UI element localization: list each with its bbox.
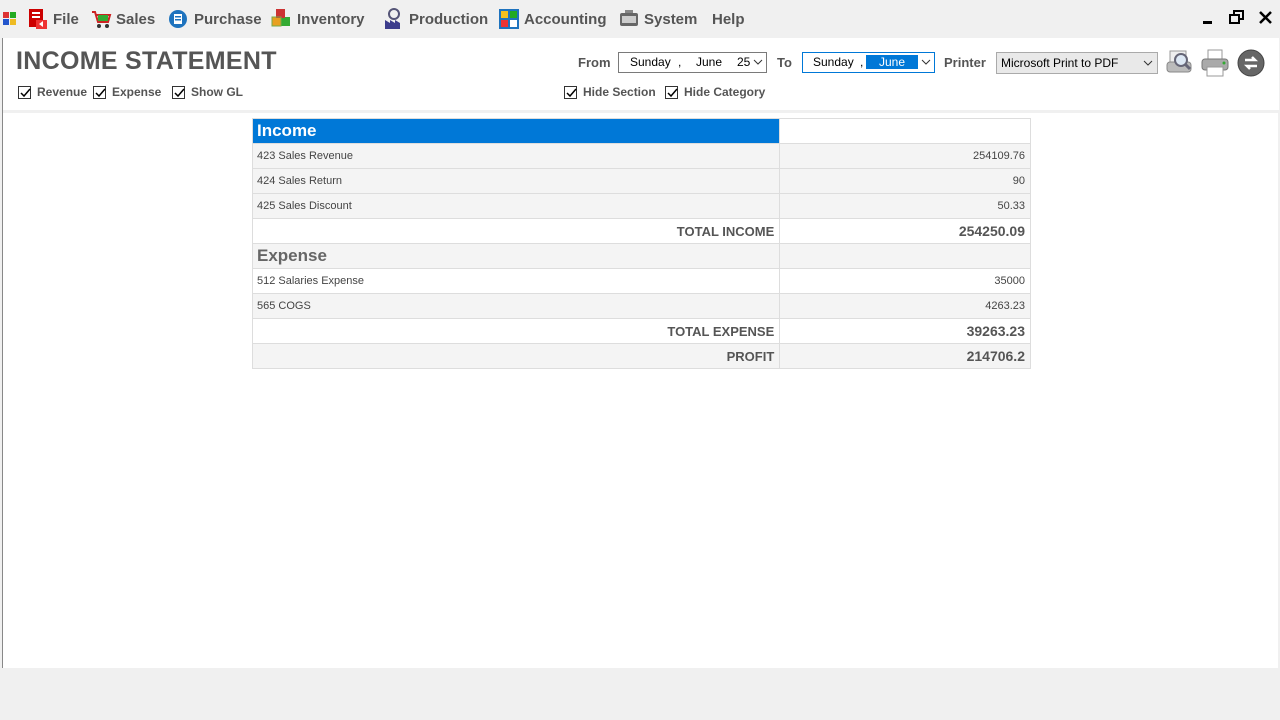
from-label: From xyxy=(578,55,611,70)
section-header-expense: Expense xyxy=(251,243,1031,269)
account-name: 512 Salaries Expense xyxy=(251,268,781,294)
boxes-icon xyxy=(271,8,293,30)
menu-label: Accounting xyxy=(524,10,607,28)
print-preview-icon[interactable] xyxy=(1164,48,1194,78)
menu-sales[interactable]: Sales xyxy=(90,6,155,32)
to-day: Sunday xyxy=(813,55,854,69)
to-date-picker[interactable]: Sunday , June xyxy=(802,52,935,73)
restore-icon[interactable] xyxy=(1227,8,1247,28)
print-icon[interactable] xyxy=(1200,48,1230,78)
account-amount: 4263.23 xyxy=(779,293,1031,319)
from-date-picker[interactable]: Sunday , June 25 xyxy=(618,52,767,73)
expense-checkbox[interactable]: Expense xyxy=(93,85,161,99)
refresh-icon[interactable] xyxy=(1236,48,1266,78)
date-separator: , xyxy=(860,55,864,69)
checkbox-box[interactable] xyxy=(564,85,577,99)
table-row: 512 Salaries Expense 35000 xyxy=(251,268,1031,294)
account-name: 425 Sales Discount xyxy=(251,193,781,219)
checkbox-label: Hide Section xyxy=(583,85,656,99)
close-icon[interactable] xyxy=(1256,8,1276,28)
table-row: 425 Sales Discount 50.33 xyxy=(251,193,1031,219)
menu-label: Inventory xyxy=(297,10,365,28)
checkbox-label: Hide Category xyxy=(684,85,766,99)
checkbox-box[interactable] xyxy=(18,85,31,99)
profit-amount: 214706.2 xyxy=(779,343,1031,369)
section-title: Expense xyxy=(251,243,781,269)
total-label: TOTAL EXPENSE xyxy=(251,318,781,344)
from-date: 25 xyxy=(737,55,751,69)
table-row: 424 Sales Return 90 xyxy=(251,168,1031,194)
file-icon xyxy=(27,8,49,30)
menu-label: Purchase xyxy=(194,10,262,28)
printer-select[interactable]: Microsoft Print to PDF xyxy=(996,52,1158,74)
revenue-checkbox[interactable]: Revenue xyxy=(18,85,87,99)
to-month: June xyxy=(866,55,918,69)
menu-label: Help xyxy=(712,10,745,28)
account-amount: 50.33 xyxy=(779,193,1031,219)
to-label: To xyxy=(777,55,792,70)
checkbox-box[interactable] xyxy=(93,85,106,99)
page-title: INCOME STATEMENT xyxy=(16,47,277,75)
checkbox-label: Show GL xyxy=(191,85,243,99)
menu-file[interactable]: File xyxy=(27,6,79,32)
chevron-down-icon[interactable] xyxy=(921,57,931,67)
section-amount xyxy=(779,243,1031,269)
menu-label: File xyxy=(53,10,79,28)
account-amount: 90 xyxy=(779,168,1031,194)
purchase-icon xyxy=(168,8,190,30)
checkbox-box[interactable] xyxy=(665,85,678,99)
table-row: 565 COGS 4263.23 xyxy=(251,293,1031,319)
menu-label: Sales xyxy=(116,10,156,28)
account-amount: 35000 xyxy=(779,268,1031,294)
income-statement-table: Income 423 Sales Revenue 254109.76 424 S… xyxy=(251,118,1031,369)
checkbox-box[interactable] xyxy=(172,85,185,99)
cart-icon xyxy=(90,8,112,30)
total-amount: 39263.23 xyxy=(779,318,1031,344)
chevron-down-icon[interactable] xyxy=(753,57,763,67)
account-name: 565 COGS xyxy=(251,293,781,319)
system-icon xyxy=(618,8,640,30)
menu-inventory[interactable]: Inventory xyxy=(271,6,365,32)
section-header-income: Income xyxy=(251,118,1031,144)
hide-category-checkbox[interactable]: Hide Category xyxy=(665,85,765,99)
chevron-down-icon[interactable] xyxy=(1143,58,1153,68)
total-amount: 254250.09 xyxy=(779,218,1031,244)
account-amount: 254109.76 xyxy=(779,143,1031,169)
menu-system[interactable]: System xyxy=(618,6,697,32)
profit-row: PROFIT 214706.2 xyxy=(251,343,1031,369)
section-amount xyxy=(779,118,1031,144)
section-title: Income xyxy=(251,118,781,144)
printer-label: Printer xyxy=(944,55,986,70)
menu-production[interactable]: Production xyxy=(383,6,488,32)
calculator-icon xyxy=(498,8,520,30)
from-day: Sunday xyxy=(630,55,671,69)
show-gl-checkbox[interactable]: Show GL xyxy=(172,85,243,99)
menu-bar: File Sales Purchase Inventory Production… xyxy=(0,0,1280,38)
status-bar xyxy=(2,668,1278,720)
total-expense-row: TOTAL EXPENSE 39263.23 xyxy=(251,318,1031,344)
menu-purchase[interactable]: Purchase xyxy=(168,6,262,32)
app-icon[interactable] xyxy=(3,12,16,25)
total-income-row: TOTAL INCOME 254250.09 xyxy=(251,218,1031,244)
menu-help[interactable]: Help xyxy=(712,6,745,32)
checkbox-label: Revenue xyxy=(37,85,88,99)
minimize-icon[interactable] xyxy=(1198,8,1218,28)
profit-label: PROFIT xyxy=(251,343,781,369)
menu-accounting[interactable]: Accounting xyxy=(498,6,607,32)
menu-label: Production xyxy=(409,10,489,28)
factory-icon xyxy=(383,8,405,30)
total-label: TOTAL INCOME xyxy=(251,218,781,244)
account-name: 423 Sales Revenue xyxy=(251,143,781,169)
date-separator: , xyxy=(678,55,682,69)
main-content: INCOME STATEMENT Revenue Expense Show GL… xyxy=(2,38,1279,668)
account-name: 424 Sales Return xyxy=(251,168,781,194)
table-row: 423 Sales Revenue 254109.76 xyxy=(251,143,1031,169)
from-month: June xyxy=(696,55,723,69)
menu-label: System xyxy=(644,10,698,28)
printer-value: Microsoft Print to PDF xyxy=(1001,56,1119,70)
hide-section-checkbox[interactable]: Hide Section xyxy=(564,85,656,99)
toolbar: INCOME STATEMENT Revenue Expense Show GL… xyxy=(3,38,1279,113)
checkbox-label: Expense xyxy=(112,85,162,99)
